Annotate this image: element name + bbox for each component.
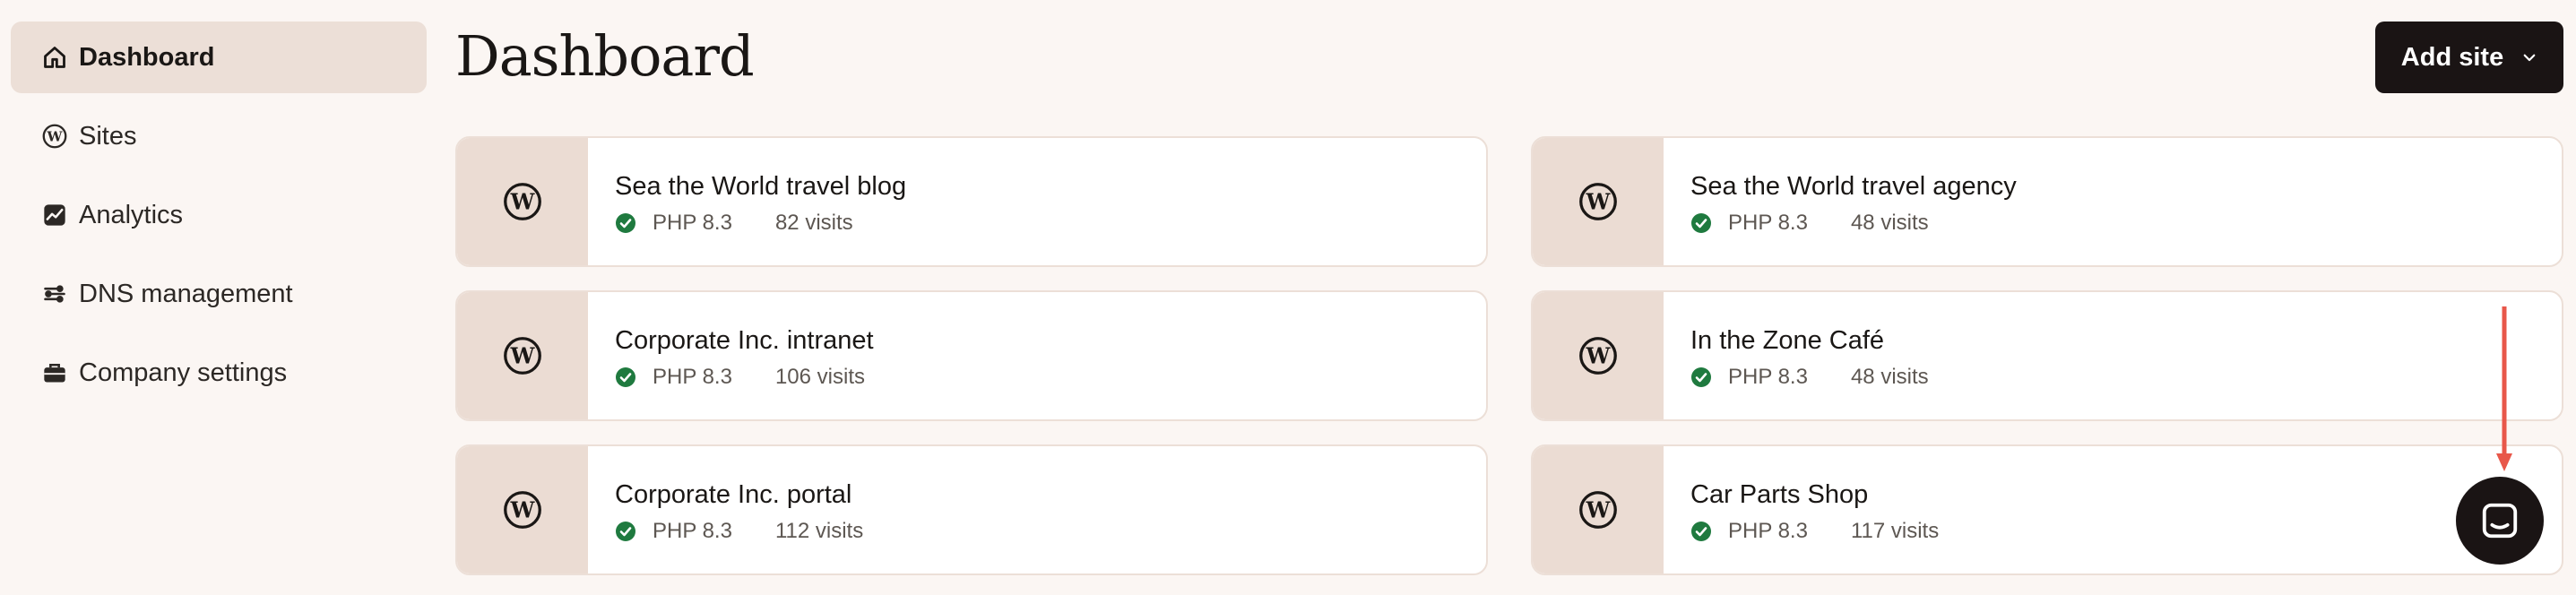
check-circle-icon xyxy=(1691,367,1711,387)
php-version: PHP 8.3 xyxy=(653,211,732,235)
sidebar-item-analytics[interactable]: Analytics xyxy=(11,179,427,251)
dns-icon xyxy=(41,280,68,307)
visit-count: 106 visits xyxy=(774,365,865,389)
site-card[interactable]: W Sea the World travel blog PHP 8.3 82 v… xyxy=(455,136,1488,267)
add-site-label: Add site xyxy=(2400,42,2504,72)
check-circle-icon xyxy=(1691,213,1711,233)
svg-text:W: W xyxy=(510,343,536,368)
sidebar-item-label: Company settings xyxy=(79,358,288,387)
svg-text:W: W xyxy=(46,128,63,144)
wordpress-icon: W xyxy=(504,491,541,529)
site-thumbnail: W xyxy=(1533,446,1664,573)
check-circle-icon xyxy=(1691,522,1711,541)
visit-count: 117 visits xyxy=(1850,519,1940,543)
sidebar-item-label: DNS management xyxy=(79,279,293,308)
check-circle-icon xyxy=(616,522,635,541)
site-thumbnail: W xyxy=(1533,138,1664,265)
svg-text:W: W xyxy=(1586,189,1612,214)
site-card[interactable]: W Car Parts Shop PHP 8.3 117 visits xyxy=(1531,444,2563,575)
visit-count: 48 visits xyxy=(1850,211,1929,235)
page-title: Dashboard xyxy=(455,23,755,89)
php-version: PHP 8.3 xyxy=(653,519,732,543)
sidebar-item-label: Dashboard xyxy=(79,42,215,72)
wordpress-icon: W xyxy=(41,123,68,150)
site-name: In the Zone Café xyxy=(1690,326,1885,355)
visit-count: 48 visits xyxy=(1850,365,1929,389)
php-version: PHP 8.3 xyxy=(1728,519,1808,543)
sidebar-item-dns-management[interactable]: DNS management xyxy=(11,258,427,330)
sidebar-item-label: Analytics xyxy=(79,200,184,229)
analytics-icon xyxy=(41,202,68,229)
site-thumbnail: W xyxy=(457,138,588,265)
sidebar-item-label: Sites xyxy=(79,121,137,151)
briefcase-icon xyxy=(41,359,68,386)
site-name: Sea the World travel blog xyxy=(615,172,907,201)
site-thumbnail: W xyxy=(457,292,588,419)
sidebar: Dashboard W Sites Analytics DNS manageme… xyxy=(11,22,427,416)
sidebar-item-company-settings[interactable]: Company settings xyxy=(11,337,427,409)
wordpress-icon: W xyxy=(504,337,541,375)
sidebar-item-dashboard[interactable]: Dashboard xyxy=(11,22,427,93)
site-card[interactable]: W Corporate Inc. portal PHP 8.3 112 visi… xyxy=(455,444,1488,575)
site-name: Sea the World travel agency xyxy=(1690,172,2017,201)
home-icon xyxy=(41,44,68,71)
svg-text:W: W xyxy=(510,497,536,522)
check-circle-icon xyxy=(616,367,635,387)
visit-count: 82 visits xyxy=(774,211,853,235)
site-thumbnail: W xyxy=(457,446,588,573)
site-name: Car Parts Shop xyxy=(1690,480,1869,509)
sidebar-item-sites[interactable]: W Sites xyxy=(11,100,427,172)
site-name: Corporate Inc. intranet xyxy=(615,326,874,355)
site-thumbnail: W xyxy=(1533,292,1664,419)
php-version: PHP 8.3 xyxy=(1728,211,1808,235)
visit-count: 112 visits xyxy=(774,519,864,543)
site-name: Corporate Inc. portal xyxy=(615,480,852,509)
wordpress-icon: W xyxy=(1579,337,1617,375)
annotation-arrow-icon xyxy=(2496,306,2512,471)
svg-text:W: W xyxy=(1586,497,1612,522)
chat-icon xyxy=(2482,503,2518,539)
site-card[interactable]: W Sea the World travel agency PHP 8.3 48… xyxy=(1531,136,2563,267)
site-card[interactable]: W Corporate Inc. intranet PHP 8.3 106 vi… xyxy=(455,290,1488,421)
wordpress-icon: W xyxy=(504,183,541,220)
php-version: PHP 8.3 xyxy=(653,365,732,389)
chevron-down-icon xyxy=(2523,54,2536,62)
wordpress-icon: W xyxy=(1579,183,1617,220)
site-grid: W Sea the World travel blog PHP 8.3 82 v… xyxy=(455,136,2563,575)
svg-text:W: W xyxy=(1586,343,1612,368)
chat-launcher-button[interactable] xyxy=(2456,477,2544,565)
wordpress-icon: W xyxy=(1579,491,1617,529)
php-version: PHP 8.3 xyxy=(1728,365,1808,389)
check-circle-icon xyxy=(616,213,635,233)
site-card[interactable]: W In the Zone Café PHP 8.3 48 visits xyxy=(1531,290,2563,421)
add-site-button[interactable]: Add site xyxy=(2375,22,2563,93)
svg-text:W: W xyxy=(510,189,536,214)
